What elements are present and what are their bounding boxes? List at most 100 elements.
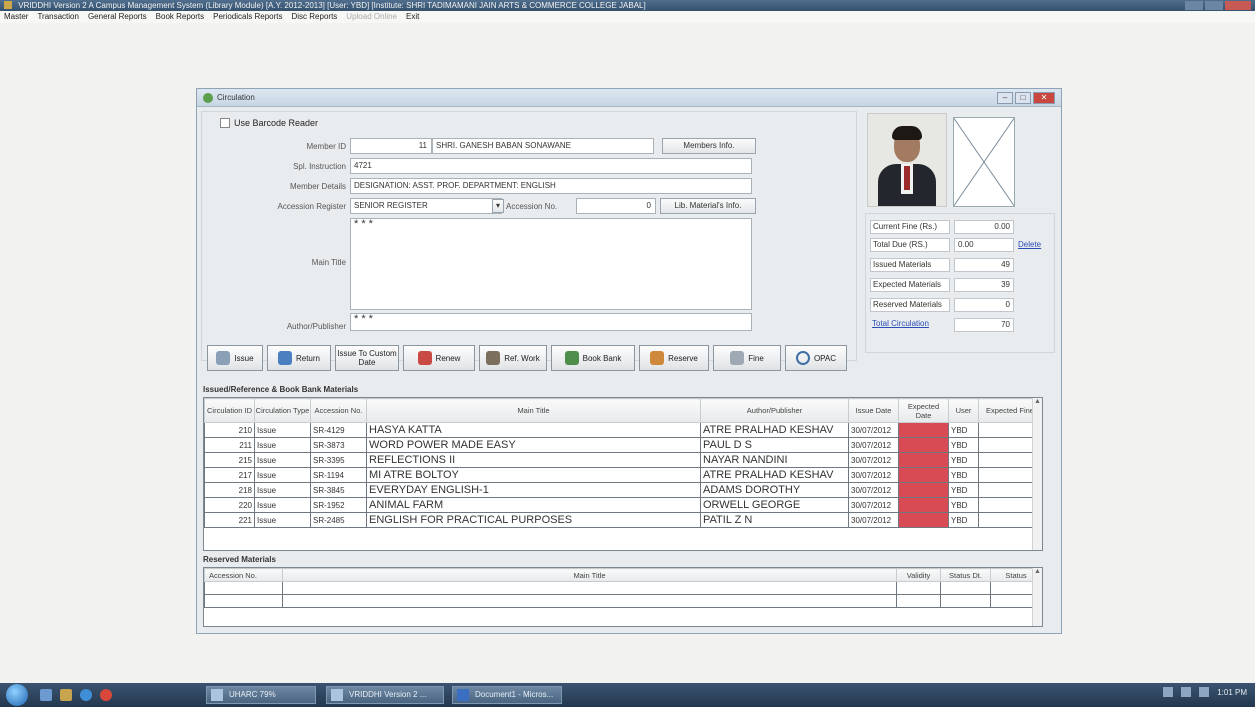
window-restore-button[interactable]: □: [1015, 92, 1031, 104]
menu-disc-reports[interactable]: Disc Reports: [292, 11, 338, 23]
col-user[interactable]: User: [948, 398, 979, 423]
cell-title: REFLECTIONS II: [366, 452, 701, 468]
ref-work-button[interactable]: Ref. Work: [479, 345, 547, 371]
cell-author: ADAMS DOROTHY: [700, 482, 849, 498]
explorer-icon[interactable]: [60, 689, 72, 701]
chrome-icon[interactable]: [100, 689, 112, 701]
app-title: VRIDDHI Version 2 A Campus Management Sy…: [18, 1, 646, 10]
total-circulation-link[interactable]: Total Circulation: [870, 318, 950, 332]
renew-icon: [417, 351, 432, 365]
issue-button[interactable]: Issue: [207, 345, 263, 371]
circulation-icon: [203, 93, 213, 103]
signature-placeholder: [953, 117, 1015, 207]
cell-type: Issue: [254, 422, 311, 438]
window-close-button[interactable]: ✕: [1033, 92, 1055, 104]
cell-expected-date: 29/08/2012: [898, 452, 949, 468]
opac-button[interactable]: OPAC: [785, 345, 847, 371]
network-icon[interactable]: [1163, 687, 1174, 697]
expected-materials-label: Expected Materials: [870, 278, 950, 292]
flag-icon[interactable]: [1199, 687, 1210, 697]
reserve-button[interactable]: Reserve: [639, 345, 709, 371]
return-button[interactable]: Return: [267, 345, 331, 371]
clock[interactable]: 1:01 PM: [1217, 688, 1247, 697]
menu-general-reports[interactable]: General Reports: [88, 11, 147, 23]
issued-materials-value: 49: [954, 258, 1014, 272]
cell-title: ANIMAL FARM: [366, 497, 701, 513]
col-res-main-title[interactable]: Main Title: [282, 568, 897, 582]
show-desktop-icon[interactable]: [40, 689, 52, 701]
table-row[interactable]: [204, 594, 1042, 608]
table-row[interactable]: 210 Issue SR-4129 HASYA KATTA ATRE PRALH…: [204, 422, 1042, 438]
task-uharc[interactable]: UHARC 79%: [206, 686, 316, 704]
table-row[interactable]: [204, 581, 1042, 595]
menu-book-reports[interactable]: Book Reports: [156, 11, 204, 23]
accession-no-field[interactable]: 0: [576, 198, 656, 214]
member-photo: [867, 113, 947, 207]
lib-materials-info-button[interactable]: Lib. Material's Info.: [660, 198, 756, 214]
accession-register-select[interactable]: SENIOR REGISTER: [350, 198, 502, 214]
member-details-label: Member Details: [289, 182, 346, 191]
member-form: Use Barcode Reader Member ID 11 SHRI. GA…: [201, 111, 857, 361]
col-res-validity[interactable]: Validity: [896, 568, 941, 582]
table-row[interactable]: 211 Issue SR-3873 WORD POWER MADE EASY P…: [204, 437, 1042, 453]
book-bank-button[interactable]: Book Bank: [551, 345, 635, 371]
issue-custom-date-button[interactable]: Issue To Custom Date: [335, 345, 399, 371]
accession-register-label: Accession Register: [277, 202, 346, 211]
menu-exit[interactable]: Exit: [406, 11, 419, 23]
volume-icon[interactable]: [1181, 687, 1192, 697]
app-close-button[interactable]: [1225, 1, 1251, 10]
table-row[interactable]: 221 Issue SR-2485 ENGLISH FOR PRACTICAL …: [204, 512, 1042, 528]
menu-master[interactable]: Master: [4, 11, 28, 23]
task-word-label: Document1 - Micros...: [475, 690, 554, 699]
cell-author: PATIL Z N: [700, 512, 849, 528]
col-circulation-id[interactable]: Circulation ID: [204, 398, 255, 423]
cell-issue-date: 30/07/2012: [848, 452, 899, 468]
reserved-scrollbar[interactable]: ▲: [1032, 568, 1042, 626]
cell-accession: SR-3873: [310, 437, 367, 453]
app-maximize-button[interactable]: [1205, 1, 1223, 10]
cell-accession: SR-1952: [310, 497, 367, 513]
reserve-label: Reserve: [668, 353, 698, 363]
col-accession-no[interactable]: Accession No.: [310, 398, 367, 423]
reserved-materials-label: Reserved Materials: [870, 298, 950, 312]
issued-scrollbar[interactable]: ▲: [1032, 398, 1042, 550]
spl-instruction-field[interactable]: 4721: [350, 158, 752, 174]
cell-issue-date: 30/07/2012: [848, 422, 899, 438]
col-res-accession[interactable]: Accession No.: [204, 568, 283, 582]
col-res-status-dt[interactable]: Status Dt.: [940, 568, 991, 582]
fine-button[interactable]: Fine: [713, 345, 781, 371]
table-row[interactable]: 217 Issue SR-1194 MI ATRE BOLTOY ATRE PR…: [204, 467, 1042, 483]
col-circulation-type[interactable]: Circulation Type: [254, 398, 311, 423]
col-main-title[interactable]: Main Title: [366, 398, 701, 423]
opac-label: OPAC: [813, 353, 837, 363]
delete-link[interactable]: Delete: [1018, 240, 1041, 249]
col-author-publisher[interactable]: Author/Publisher: [700, 398, 849, 423]
start-button[interactable]: [6, 684, 28, 706]
window-minimize-button[interactable]: –: [997, 92, 1013, 104]
circulation-stats: Current Fine (Rs.) 0.00 Total Due (RS.) …: [865, 213, 1055, 353]
menu-transaction[interactable]: Transaction: [37, 11, 79, 23]
ref-work-label: Ref. Work: [504, 353, 540, 363]
col-issue-date[interactable]: Issue Date: [848, 398, 899, 423]
cell-issue-date: 30/07/2012: [848, 482, 899, 498]
cell-circ-id: 210: [204, 422, 255, 438]
col-expected-date[interactable]: Expected Date: [898, 398, 949, 423]
app-minimize-button[interactable]: [1185, 1, 1203, 10]
menu-periodicals-reports[interactable]: Periodicals Reports: [213, 11, 282, 23]
task-word[interactable]: Document1 - Micros...: [452, 686, 562, 704]
table-row[interactable]: 215 Issue SR-3395 REFLECTIONS II NAYAR N…: [204, 452, 1042, 468]
chevron-down-icon[interactable]: ▾: [492, 199, 504, 213]
total-circulation-value: 70: [954, 318, 1014, 332]
members-info-button[interactable]: Members Info.: [662, 138, 756, 154]
cell-expected-date: 29/08/2012: [898, 512, 949, 528]
cell-expected-date: 29/08/2012: [898, 437, 949, 453]
cell-user: YBD: [948, 482, 979, 498]
member-id-field[interactable]: 11: [350, 138, 432, 154]
table-row[interactable]: 218 Issue SR-3845 EVERYDAY ENGLISH-1 ADA…: [204, 482, 1042, 498]
renew-button[interactable]: Renew: [403, 345, 475, 371]
table-row[interactable]: 220 Issue SR-1952 ANIMAL FARM ORWELL GEO…: [204, 497, 1042, 513]
task-vriddhi[interactable]: VRIDDHI Version 2 ...: [326, 686, 444, 704]
cell-user: YBD: [948, 512, 979, 528]
barcode-checkbox[interactable]: [220, 118, 230, 128]
ie-icon[interactable]: [80, 689, 92, 701]
